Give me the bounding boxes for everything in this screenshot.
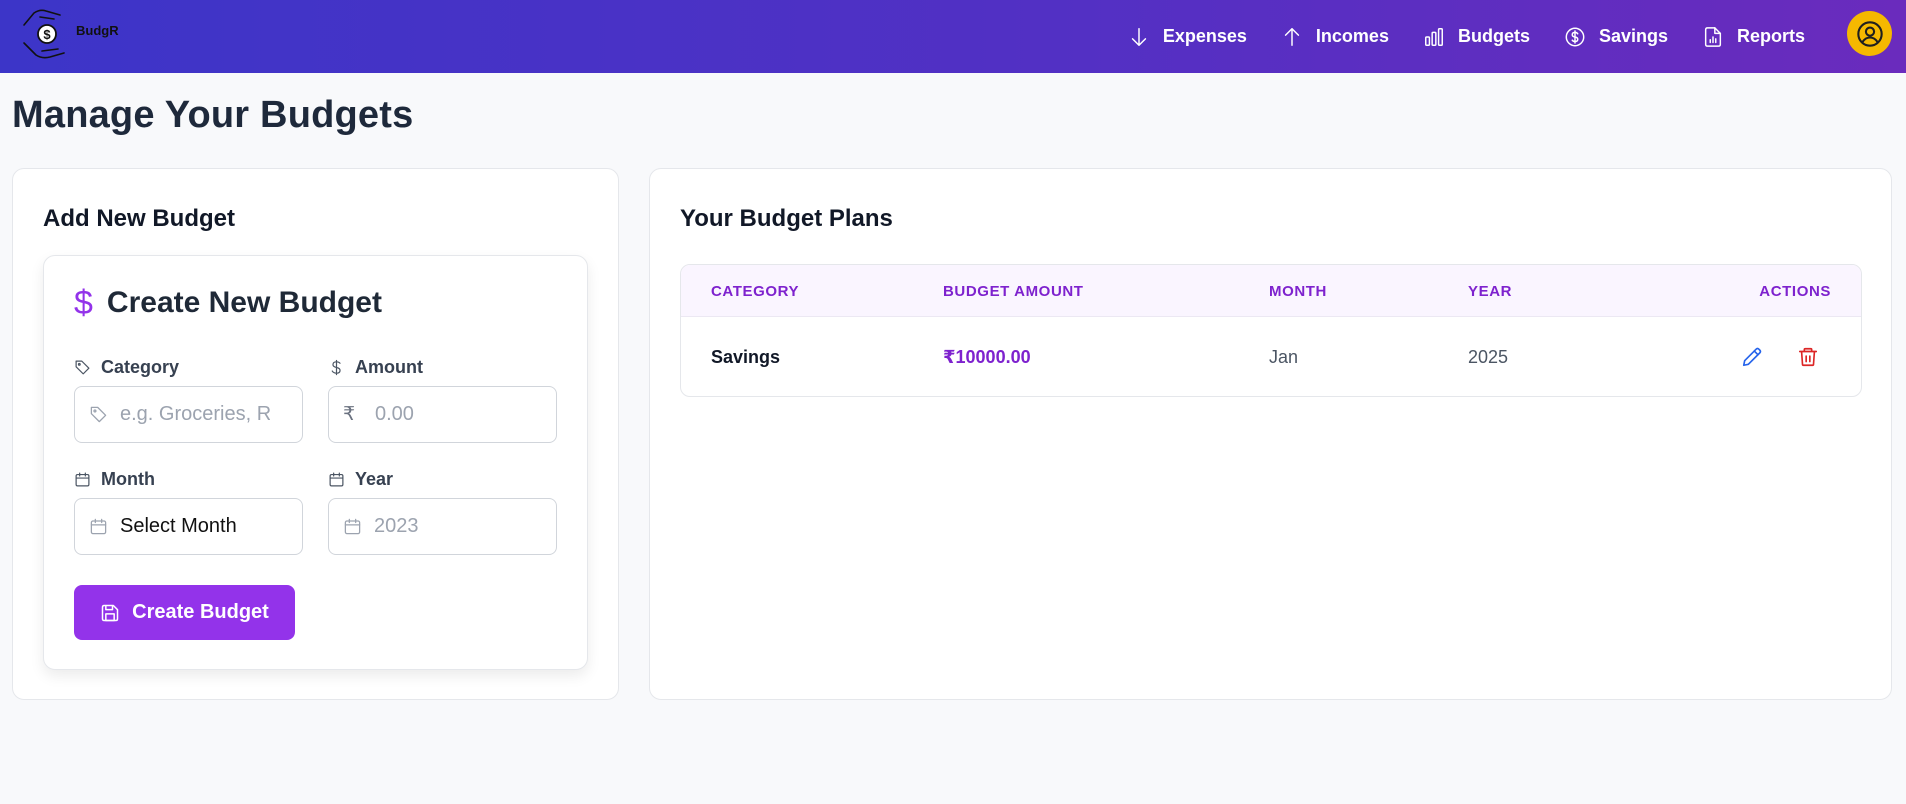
column-header-category: CATEGORY bbox=[711, 282, 800, 300]
svg-text:$: $ bbox=[43, 27, 51, 42]
trash-icon bbox=[1798, 347, 1818, 367]
brand-name: BudgR bbox=[76, 23, 119, 38]
month-select-value: Select Month bbox=[120, 515, 237, 537]
budget-plans-card: Your Budget Plans CATEGORY BUDGET AMOUNT… bbox=[649, 168, 1892, 700]
dollar-circle-icon bbox=[1565, 27, 1585, 46]
column-header-amount: BUDGET AMOUNT bbox=[943, 282, 1084, 300]
rupee-symbol: ₹ bbox=[343, 404, 356, 425]
dollar-sign-icon bbox=[331, 359, 341, 376]
add-budget-card: Add New Budget $ Create New Budget Categ… bbox=[12, 168, 619, 700]
year-label-text: Year bbox=[355, 469, 394, 489]
nav-item-label: Savings bbox=[1598, 26, 1668, 46]
budget-table: CATEGORY BUDGET AMOUNT MONTH YEAR ACTION… bbox=[680, 264, 1862, 397]
nav-item-expenses[interactable]: Expenses bbox=[1111, 0, 1264, 73]
tag-icon bbox=[75, 360, 90, 375]
money-hands-logo-icon: $ bbox=[23, 9, 65, 59]
category-label-text: Category bbox=[101, 357, 180, 377]
month-label-text: Month bbox=[101, 469, 155, 489]
user-avatar-button[interactable] bbox=[1847, 11, 1892, 56]
amount-label: Amount bbox=[328, 357, 423, 378]
user-circle-icon bbox=[1856, 20, 1883, 47]
nav-item-label: Reports bbox=[1736, 26, 1805, 46]
delete-button[interactable] bbox=[1797, 346, 1819, 368]
cell-year: 2025 bbox=[1468, 346, 1509, 367]
nav-item-budgets[interactable]: Budgets bbox=[1406, 0, 1547, 73]
year-label: Year bbox=[328, 469, 393, 490]
report-file-icon bbox=[1704, 26, 1722, 47]
cell-month: Jan bbox=[1269, 346, 1299, 367]
category-label: Category bbox=[74, 357, 179, 378]
form-title: $ Create New Budget bbox=[74, 286, 382, 320]
month-label: Month bbox=[74, 469, 155, 490]
cell-amount: ₹10000.00 bbox=[943, 346, 1031, 367]
nav-item-label: Expenses bbox=[1162, 26, 1247, 46]
nav-item-savings[interactable]: Savings bbox=[1547, 0, 1685, 73]
nav-item-reports[interactable]: Reports bbox=[1685, 0, 1822, 73]
arrow-up-icon bbox=[1284, 27, 1300, 46]
nav-item-label: Budgets bbox=[1457, 26, 1530, 46]
column-header-month: MONTH bbox=[1269, 282, 1327, 300]
form-title-text: Create New Budget bbox=[106, 286, 382, 319]
nav-menu: Expenses Incomes Budgets Savings Reports bbox=[1111, 0, 1822, 73]
pencil-icon bbox=[1742, 347, 1762, 367]
budget-plans-heading: Your Budget Plans bbox=[680, 205, 893, 232]
brand-logo[interactable]: $ BudgR bbox=[20, 3, 130, 63]
create-budget-button[interactable]: Create Budget bbox=[74, 585, 295, 640]
tag-icon bbox=[90, 406, 107, 423]
calendar-icon bbox=[75, 472, 90, 487]
cell-category: Savings bbox=[711, 346, 781, 367]
page-title: Manage Your Budgets bbox=[12, 94, 414, 136]
dollar-icon: $ bbox=[74, 284, 93, 322]
month-select[interactable]: Select Month bbox=[74, 498, 303, 555]
table-header: CATEGORY BUDGET AMOUNT MONTH YEAR ACTION… bbox=[681, 265, 1861, 317]
amount-label-text: Amount bbox=[355, 357, 423, 377]
column-header-actions: ACTIONS bbox=[1759, 282, 1831, 300]
amount-input[interactable] bbox=[375, 403, 525, 426]
category-input[interactable] bbox=[120, 403, 270, 426]
column-header-year: YEAR bbox=[1468, 282, 1513, 300]
edit-button[interactable] bbox=[1741, 346, 1763, 368]
create-budget-button-label: Create Budget bbox=[132, 601, 269, 623]
calendar-icon bbox=[344, 518, 361, 535]
category-field[interactable] bbox=[74, 386, 303, 443]
calendar-icon bbox=[90, 518, 107, 535]
amount-field[interactable]: ₹ bbox=[328, 386, 557, 443]
year-input[interactable] bbox=[374, 515, 524, 538]
year-field[interactable] bbox=[328, 498, 557, 555]
arrow-down-icon bbox=[1131, 27, 1147, 46]
table-row: Savings ₹10000.00 Jan 2025 bbox=[681, 317, 1861, 396]
top-navbar: $ BudgR Expenses Incomes Budgets Savings… bbox=[0, 0, 1906, 73]
bar-chart-icon bbox=[1424, 27, 1443, 46]
calendar-icon bbox=[329, 472, 344, 487]
nav-item-incomes[interactable]: Incomes bbox=[1264, 0, 1406, 73]
save-icon bbox=[101, 604, 119, 621]
add-budget-heading: Add New Budget bbox=[43, 205, 235, 232]
nav-item-label: Incomes bbox=[1315, 26, 1389, 46]
create-budget-form: $ Create New Budget Category Amount ₹ Mo… bbox=[43, 255, 588, 670]
